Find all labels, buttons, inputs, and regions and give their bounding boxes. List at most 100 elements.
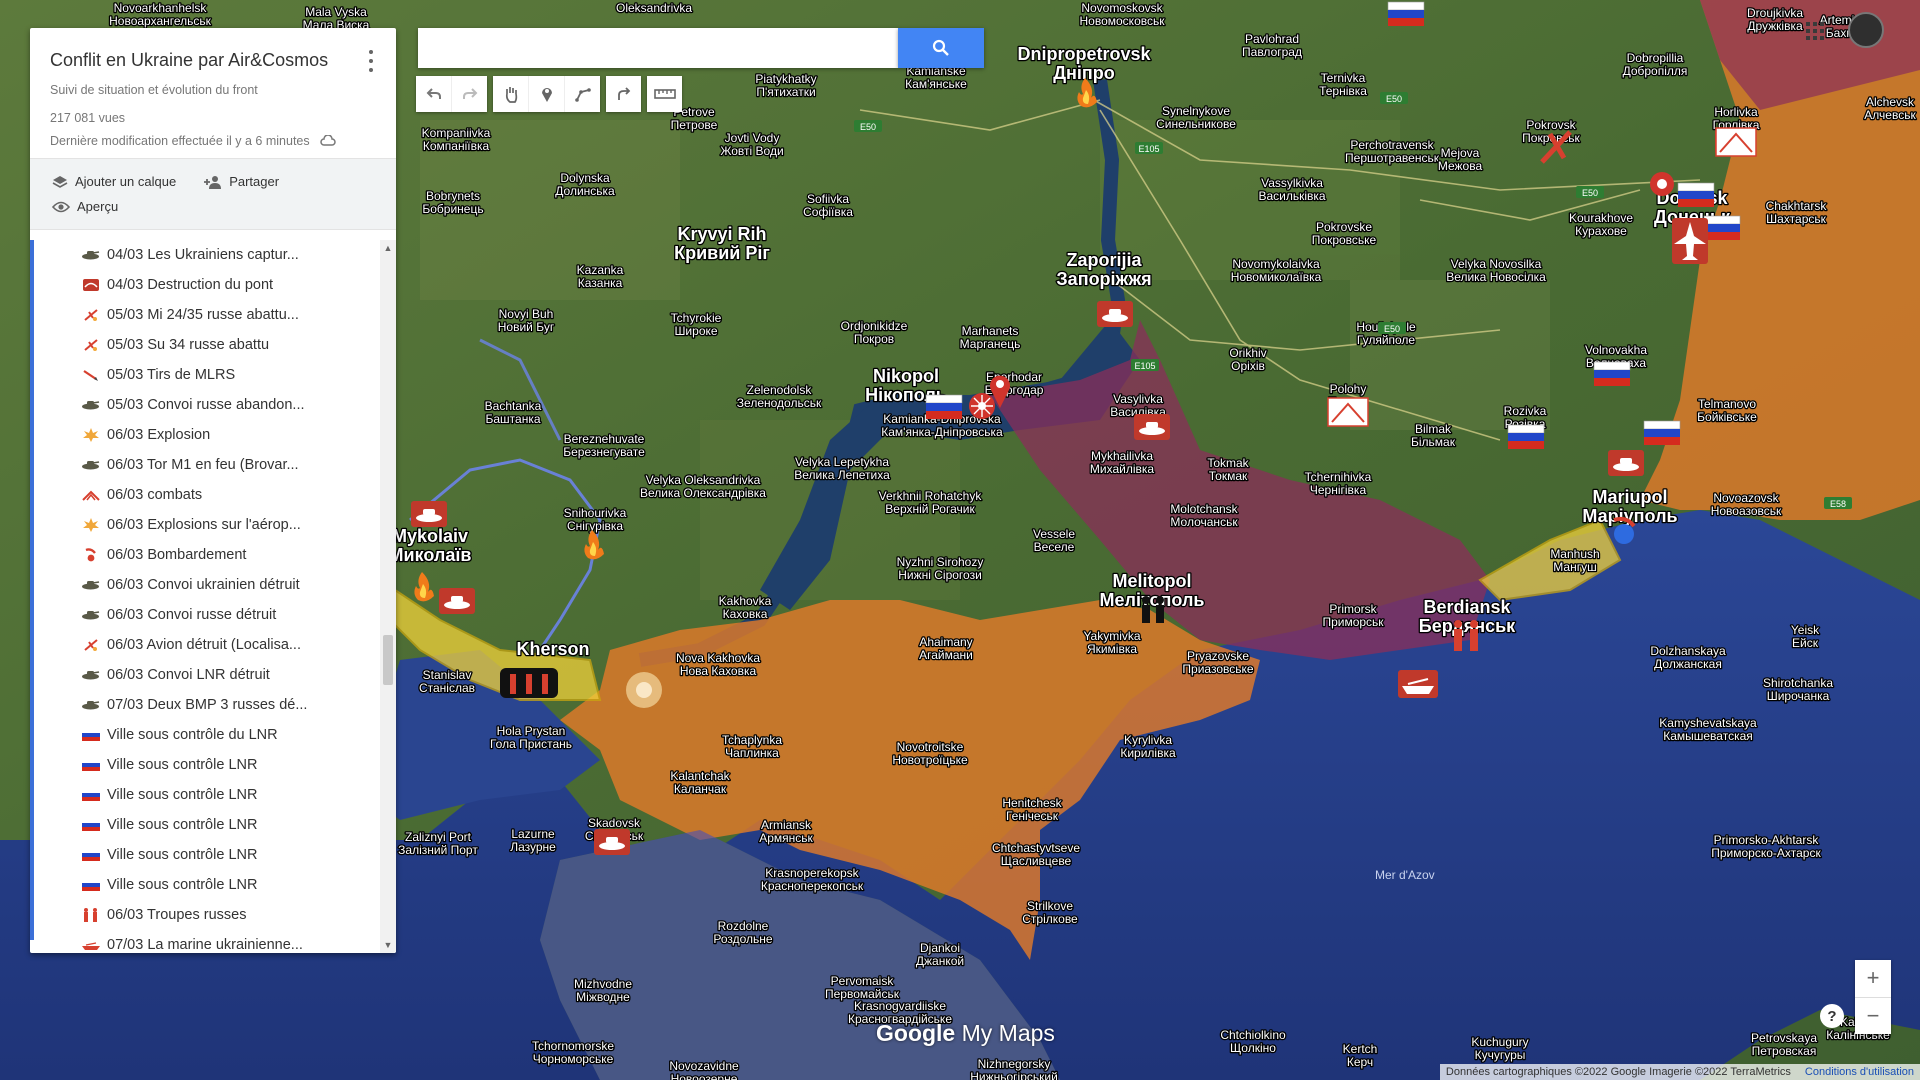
city-label-cyrillic: Березнегувате xyxy=(563,445,645,459)
city-label: Pavlohrad xyxy=(1245,32,1299,46)
terms-link[interactable]: Conditions d'utilisation xyxy=(1805,1066,1914,1078)
explosion-marker[interactable] xyxy=(626,672,662,708)
city-label: Velyka Lepetykha xyxy=(795,455,889,469)
city-label: Novoarkhanhelsk xyxy=(114,1,208,15)
city-label-cyrillic: Добропілля xyxy=(1623,64,1688,78)
city-label: Mala Vyska xyxy=(305,5,367,19)
map-title[interactable]: Conflit en Ukraine par Air&Cosmos xyxy=(50,50,376,71)
last-modified-text: Dernière modification effectuée il y a 6… xyxy=(50,134,310,148)
destroyed-vehicle-marker[interactable] xyxy=(1134,414,1170,440)
location-pin-marker[interactable] xyxy=(1650,172,1674,196)
city-label: Manhush xyxy=(1550,547,1599,561)
russia-flag-icon xyxy=(81,758,100,772)
destroyed-vehicle-marker[interactable] xyxy=(411,501,447,527)
russia-flag-marker[interactable] xyxy=(1677,182,1715,207)
layer-item[interactable]: 06/03 combats xyxy=(30,480,380,510)
destroyed-vehicle-marker[interactable] xyxy=(1608,450,1644,476)
apps-grid-icon[interactable] xyxy=(1806,22,1824,40)
city-label: Volnovakha xyxy=(1585,343,1647,357)
nuclear-plant-marker[interactable] xyxy=(969,393,995,419)
layer-item-label: Ville sous contrôle LNR xyxy=(107,817,258,833)
city-label-cyrillic: Гола Пристань xyxy=(490,737,572,751)
layer-item[interactable]: Ville sous contrôle LNR xyxy=(30,780,380,810)
add-directions-button[interactable] xyxy=(606,76,641,112)
zoom-out-button[interactable]: − xyxy=(1855,998,1891,1035)
layer-item[interactable]: Ville sous contrôle du LNR xyxy=(30,720,380,750)
layer-item[interactable]: 05/03 Su 34 russe abattu xyxy=(30,330,380,360)
russia-flag-marker[interactable] xyxy=(1703,215,1741,240)
layer-item[interactable]: Ville sous contrôle LNR xyxy=(30,840,380,870)
troops-marker[interactable] xyxy=(500,668,558,698)
layer-item[interactable]: 07/03 Deux BMP 3 russes dé... xyxy=(30,690,380,720)
layer-item[interactable]: 07/03 La marine ukrainienne... xyxy=(30,930,380,953)
draw-line-button[interactable] xyxy=(565,76,600,112)
city-label: Tchernihivka xyxy=(1305,470,1372,484)
cloud-saved-icon xyxy=(319,135,336,146)
search-input[interactable] xyxy=(418,28,898,68)
city-label: Kakhovka xyxy=(719,594,772,608)
russia-flag-marker[interactable] xyxy=(1507,424,1545,449)
layer-item[interactable]: 06/03 Explosion xyxy=(30,420,380,450)
russia-flag-marker[interactable] xyxy=(1387,1,1425,26)
add-marker-button[interactable] xyxy=(529,76,565,112)
layer-item[interactable]: 06/03 Convoi russe détruit xyxy=(30,600,380,630)
city-label: Kertch xyxy=(1343,1042,1378,1056)
search-button[interactable] xyxy=(898,28,984,68)
layer-item[interactable]: 06/03 Bombardement xyxy=(30,540,380,570)
russia-flag-marker[interactable] xyxy=(925,394,963,419)
scroll-up-icon[interactable]: ▲ xyxy=(383,243,393,253)
layer-item[interactable]: 06/03 Tor M1 en feu (Brovar... xyxy=(30,450,380,480)
aircraft-marker[interactable] xyxy=(1672,218,1708,264)
layer-item[interactable]: 06/03 Explosions sur l'aérop... xyxy=(30,510,380,540)
layer-item[interactable]: 05/03 Convoi russe abandon... xyxy=(30,390,380,420)
scroll-thumb[interactable] xyxy=(383,635,393,685)
combat-marker[interactable] xyxy=(1327,397,1369,427)
marker-icon xyxy=(541,88,552,102)
city-label: Shirotchanka xyxy=(1763,676,1833,690)
city-label-cyrillic: Камышеватская xyxy=(1663,729,1753,743)
route-group xyxy=(606,76,641,112)
ship-marker[interactable] xyxy=(1398,670,1438,698)
zoom-in-button[interactable]: + xyxy=(1855,960,1891,998)
help-button[interactable]: ? xyxy=(1820,1004,1844,1028)
russia-flag-icon xyxy=(81,728,100,742)
layer-item[interactable]: 04/03 Les Ukrainiens captur... xyxy=(30,240,380,270)
undo-button[interactable] xyxy=(416,76,452,112)
panel-scrollbar[interactable]: ▲ ▼ xyxy=(380,240,396,953)
road-shield-label: E50 xyxy=(860,122,876,132)
road-shield: E105 xyxy=(1131,359,1159,371)
city-label-cyrillic: Щасливцеве xyxy=(1001,854,1072,868)
more-options-button[interactable] xyxy=(364,50,378,72)
share-button[interactable]: Partager xyxy=(204,174,279,189)
layer-item[interactable]: 05/03 Mi 24/35 russe abattu... xyxy=(30,300,380,330)
account-avatar[interactable] xyxy=(1848,12,1884,48)
tank-icon xyxy=(81,398,100,412)
pan-tool-button[interactable] xyxy=(493,76,529,112)
layer-item[interactable]: 06/03 Troupes russes xyxy=(30,900,380,930)
destroyed-vehicle-marker[interactable] xyxy=(1097,301,1133,327)
layer-item[interactable]: 06/03 Convoi ukrainien détruit xyxy=(30,570,380,600)
city-label: Stanislav xyxy=(423,668,472,682)
combat-icon xyxy=(81,488,100,502)
preview-button[interactable]: Aperçu xyxy=(52,199,118,214)
add-layer-button[interactable]: Ajouter un calque xyxy=(52,174,176,189)
city-label: Vasylivka xyxy=(1113,392,1163,406)
layer-item[interactable]: 06/03 Avion détruit (Localisa... xyxy=(30,630,380,660)
russia-flag-marker[interactable] xyxy=(1643,420,1681,445)
destroyed-vehicle-marker[interactable] xyxy=(594,829,630,855)
combat-marker[interactable] xyxy=(1715,127,1757,157)
layer-item[interactable]: Ville sous contrôle LNR xyxy=(30,750,380,780)
russia-flag-marker[interactable] xyxy=(1593,361,1631,386)
layer-item[interactable]: 06/03 Convoi LNR détruit xyxy=(30,660,380,690)
scroll-down-icon[interactable]: ▼ xyxy=(383,940,393,950)
destroyed-vehicle-marker[interactable] xyxy=(439,588,475,614)
layer-item[interactable]: 04/03 Destruction du pont xyxy=(30,270,380,300)
city-label-cyrillic: Станіслав xyxy=(419,681,475,695)
layer-item[interactable]: Ville sous contrôle LNR xyxy=(30,810,380,840)
city-label-cyrillic: Зеленодольськ xyxy=(737,396,822,410)
measure-button[interactable] xyxy=(647,76,682,112)
layer-item[interactable]: 05/03 Tirs de MLRS xyxy=(30,360,380,390)
layer-item[interactable]: Ville sous contrôle LNR xyxy=(30,870,380,900)
layer-item-label: 04/03 Destruction du pont xyxy=(107,277,274,293)
redo-button[interactable] xyxy=(452,76,487,112)
